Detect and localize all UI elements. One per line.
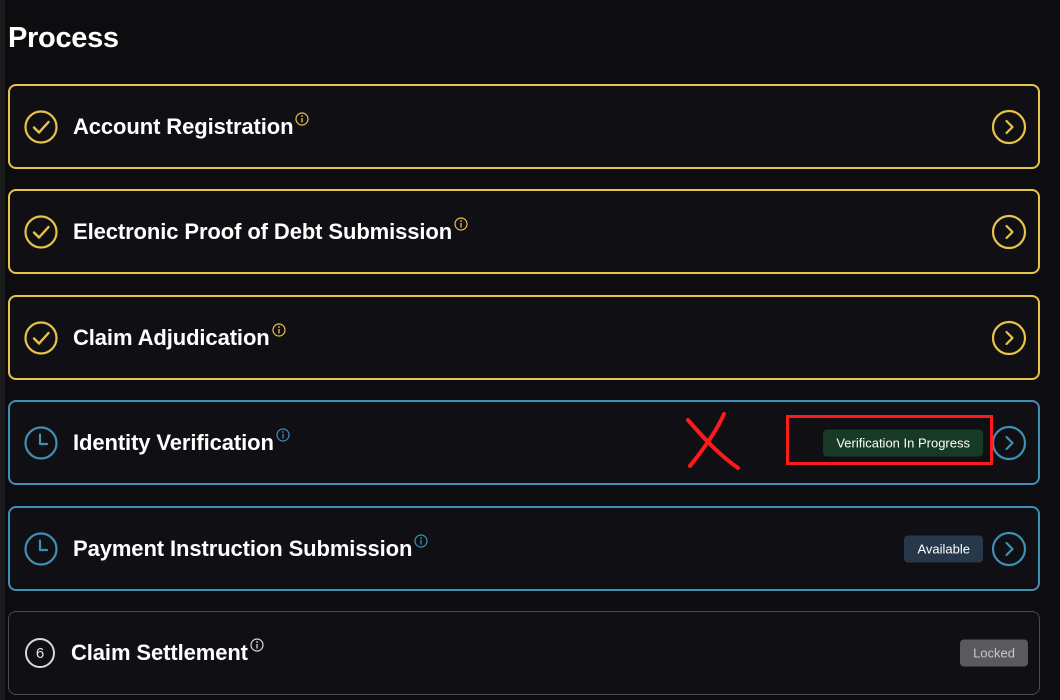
step-account-registration[interactable]: Account Registration	[8, 84, 1040, 169]
red-x-mark-icon	[684, 410, 744, 477]
check-circle-icon	[23, 214, 59, 250]
step-label: Identity Verification	[73, 429, 274, 455]
chevron-right-circle-icon[interactable]	[991, 531, 1027, 567]
clock-icon	[23, 531, 59, 567]
check-circle-icon	[23, 320, 59, 356]
left-edge-strip	[0, 0, 5, 700]
process-page: Process Account Registration Electronic …	[0, 0, 1060, 700]
info-icon[interactable]	[250, 638, 264, 652]
step-number: 6	[25, 638, 55, 668]
status-badge-available: Available	[904, 535, 983, 562]
info-icon[interactable]	[454, 216, 468, 231]
red-highlight-box	[786, 415, 993, 465]
step-electronic-proof-of-debt[interactable]: Electronic Proof of Debt Submission	[8, 189, 1040, 274]
page-title: Process	[8, 22, 119, 54]
step-label: Claim Settlement	[71, 640, 248, 665]
step-claim-settlement: 6 Claim Settlement Locked	[8, 611, 1040, 695]
status-badge-locked: Locked	[960, 639, 1028, 667]
step-claim-adjudication[interactable]: Claim Adjudication	[8, 295, 1040, 380]
info-icon[interactable]	[276, 427, 290, 442]
step-label: Payment Instruction Submission	[73, 535, 413, 561]
info-icon[interactable]	[414, 533, 428, 548]
chevron-right-circle-icon[interactable]	[991, 109, 1027, 145]
info-icon[interactable]	[272, 322, 286, 337]
chevron-right-circle-icon[interactable]	[991, 425, 1027, 461]
chevron-right-circle-icon[interactable]	[991, 320, 1027, 356]
step-label: Claim Adjudication	[73, 324, 270, 350]
info-icon[interactable]	[295, 111, 310, 126]
step-label: Electronic Proof of Debt Submission	[73, 218, 453, 244]
check-circle-icon	[23, 109, 59, 145]
step-payment-instruction-submission[interactable]: Payment Instruction Submission Available	[8, 506, 1040, 591]
step-label: Account Registration	[73, 113, 294, 139]
chevron-right-circle-icon[interactable]	[991, 214, 1027, 250]
clock-icon	[23, 425, 59, 461]
step-number-circle: 6	[22, 635, 58, 671]
